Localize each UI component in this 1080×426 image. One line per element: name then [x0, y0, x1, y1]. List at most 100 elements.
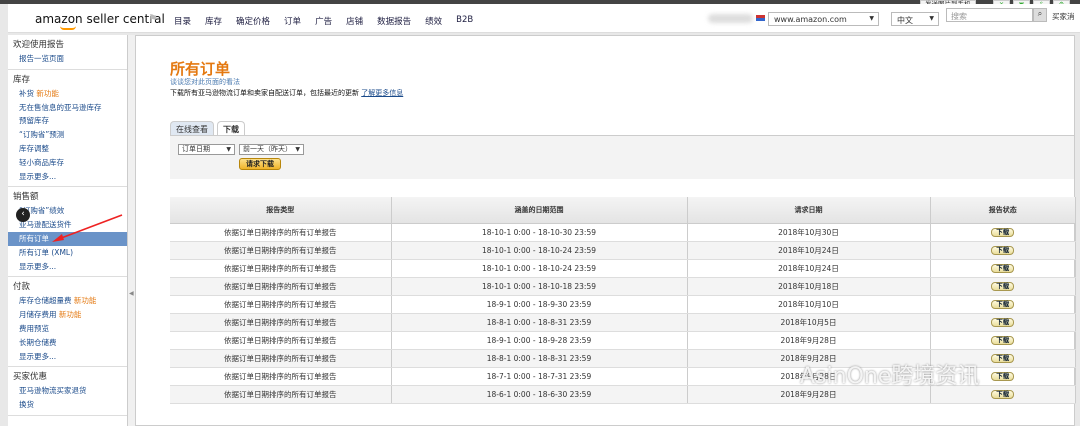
feedback-link[interactable]: 谈谈您对此页面的看法: [170, 77, 240, 87]
sidebar-item-label: 亚马逊物流买家退货: [19, 386, 87, 396]
col-header-status: 报告状态: [930, 197, 1076, 224]
sidebar-section: 库存补货 新功能 无在售信息的亚马逊库存 预留库存 “订购省”预测 库存调整轻小商品库存…: [8, 70, 127, 188]
col-header-report-type: 报告类型: [170, 197, 392, 224]
sidebar-item-label: 所有订单 (XML): [19, 247, 74, 257]
date-type-select[interactable]: 订单日期 ▼: [178, 144, 235, 155]
download-button[interactable]: 下载: [991, 372, 1015, 381]
nav-item[interactable]: 店铺: [346, 15, 363, 27]
nav-item[interactable]: 数据报告: [377, 15, 411, 27]
page-description: 下载所有亚马逊物流订单和卖家自配送订单，包括最近的更新 了解更多信息: [170, 88, 403, 98]
search-input[interactable]: 搜索: [946, 8, 1033, 22]
sidebar-item-label: 预留库存: [19, 116, 49, 126]
download-button[interactable]: 下载: [991, 336, 1015, 345]
report-type-cell: 依据订单日期排序的所有订单报告: [170, 385, 392, 404]
dropdown-arrow-icon: ▼: [226, 146, 231, 153]
sidebar-item[interactable]: 报告一览页面: [8, 52, 127, 66]
sidebar-item-label: 显示更多...: [19, 171, 57, 181]
buyer-messages-link[interactable]: 买家消: [1052, 11, 1075, 22]
report-type-cell: 依据订单日期排序的所有订单报告: [170, 367, 392, 386]
sidebar-item-label: 费用预览: [19, 323, 49, 333]
sidebar-item[interactable]: 月储存费用 新功能: [8, 308, 127, 322]
sidebar-item-label: 显示更多...: [19, 261, 57, 271]
date-range-select[interactable]: 前一天（昨天） ▼: [239, 144, 304, 155]
sidebar-item-label: “订购省”预测: [19, 130, 65, 140]
sidebar-item[interactable]: 库存调整: [8, 142, 127, 156]
nav-item[interactable]: 目录: [174, 15, 191, 27]
tabs: 在线查看 下载: [170, 121, 248, 135]
col-header-request-date: 请求日期: [687, 197, 931, 224]
sidebar-item[interactable]: 换货: [8, 398, 127, 412]
date-range-cell: 18-10-1 0:00 - 18-10-24 23:59: [391, 259, 688, 278]
date-range-value: 前一天（昨天）: [243, 145, 292, 153]
sidebar-section-title: 付款: [13, 282, 31, 293]
sidebar-item[interactable]: “订购省”预测: [8, 128, 127, 142]
blurred-account: [708, 14, 753, 23]
dropdown-arrow-icon: ▼: [295, 146, 300, 153]
sidebar-item-label: 报告一览页面: [19, 54, 64, 63]
sidebar-section: 销售额 “订购省”绩效 亚马逊配送货件 所有订单 所有订单 (XML) 显示更多...: [8, 187, 127, 278]
download-button[interactable]: 下载: [991, 246, 1015, 255]
report-type-cell: 依据订单日期排序的所有订单报告: [170, 349, 392, 368]
sidebar-item-label: 月储存费用: [19, 310, 57, 320]
nav-item[interactable]: B2B: [456, 15, 473, 27]
status-cell: 下载: [930, 259, 1076, 278]
description-text: 下载所有亚马逊物流订单和卖家自配送订单，包括最近的更新: [170, 89, 359, 97]
status-cell: 下载: [930, 313, 1076, 332]
report-type-cell: 依据订单日期排序的所有订单报告: [170, 313, 392, 332]
download-button[interactable]: 下载: [991, 228, 1015, 237]
nav-item[interactable]: 广告: [315, 15, 332, 27]
sidebar-item-label: 库存调整: [19, 143, 49, 153]
status-cell: 下载: [930, 295, 1076, 314]
tab-online-view[interactable]: 在线查看: [170, 121, 214, 135]
sidebar-item[interactable]: 预留库存: [8, 114, 127, 128]
sidebar-section-title: 买家优惠: [13, 372, 48, 383]
download-button[interactable]: 下载: [991, 282, 1015, 291]
watermark: AsinOne跨境资讯: [800, 364, 980, 389]
sidebar-item[interactable]: 轻小商品库存: [8, 156, 127, 170]
sidebar-section-title: 欢迎使用报告: [13, 40, 65, 50]
request-date-cell: 2018年10月18日: [687, 277, 931, 296]
sidebar-item[interactable]: 无在售信息的亚马逊库存: [8, 101, 127, 115]
tab-download[interactable]: 下载: [217, 121, 245, 135]
date-range-cell: 18-9-1 0:00 - 18-9-30 23:59: [391, 295, 688, 314]
sidebar-item[interactable]: 亚马逊物流买家退货: [8, 384, 127, 398]
language-select[interactable]: 中文 ▼: [891, 12, 939, 26]
marketplace-select[interactable]: www.amazon.com ▼: [768, 12, 879, 26]
nav-item[interactable]: 绩效: [425, 15, 442, 27]
sidebar-item[interactable]: 显示更多...: [8, 350, 127, 364]
nav-item[interactable]: 库存: [205, 15, 222, 27]
sidebar-item-label: 库存仓储超量费: [19, 296, 72, 306]
download-button[interactable]: 下载: [991, 390, 1015, 399]
sidebar-item[interactable]: 费用预览: [8, 322, 127, 336]
status-cell: 下载: [930, 241, 1076, 260]
report-type-cell: 依据订单日期排序的所有订单报告: [170, 277, 392, 296]
flag-icon[interactable]: ⚑: [148, 12, 158, 25]
download-button[interactable]: 下载: [991, 264, 1015, 273]
table-row: 依据订单日期排序的所有订单报告 18-9-1 0:00 - 18-9-30 23:…: [170, 295, 1076, 314]
sidebar-item[interactable]: 长期仓储费: [8, 336, 127, 350]
sidebar-section-title: 库存: [13, 74, 31, 85]
nav-item[interactable]: 确定价格: [236, 15, 270, 27]
request-date-cell: 2018年10月24日: [687, 241, 931, 260]
sidebar-item[interactable]: 显示更多...: [8, 260, 127, 274]
download-button[interactable]: 下载: [991, 300, 1015, 309]
new-badge: 新功能: [36, 88, 59, 98]
search-button[interactable]: ⌕: [1033, 8, 1047, 22]
download-button[interactable]: 下载: [991, 354, 1015, 363]
sidebar-item[interactable]: 所有订单: [8, 231, 127, 246]
sidebar-collapse-bar[interactable]: ◀: [127, 35, 135, 426]
back-icon[interactable]: ‹: [16, 208, 30, 222]
report-type-cell: 依据订单日期排序的所有订单报告: [170, 259, 392, 278]
sidebar-item[interactable]: 补货 新功能: [8, 87, 127, 101]
table-row: 依据订单日期排序的所有订单报告 18-10-1 0:00 - 18-10-30 2…: [170, 223, 1076, 242]
download-button[interactable]: 下载: [991, 318, 1015, 327]
sidebar-item[interactable]: 库存仓储超量费 新功能: [8, 294, 127, 308]
learn-more-link[interactable]: 了解更多信息: [361, 89, 403, 97]
logo[interactable]: amazon seller central: [35, 12, 165, 26]
nav-item[interactable]: 订单: [284, 15, 301, 27]
request-download-button[interactable]: 请求下载: [239, 158, 281, 170]
dropdown-arrow-icon: ▼: [929, 15, 934, 22]
sidebar-item[interactable]: 所有订单 (XML): [8, 246, 127, 260]
sidebar-item[interactable]: 显示更多...: [8, 170, 127, 184]
sidebar-item-label: 长期仓储费: [19, 337, 57, 347]
